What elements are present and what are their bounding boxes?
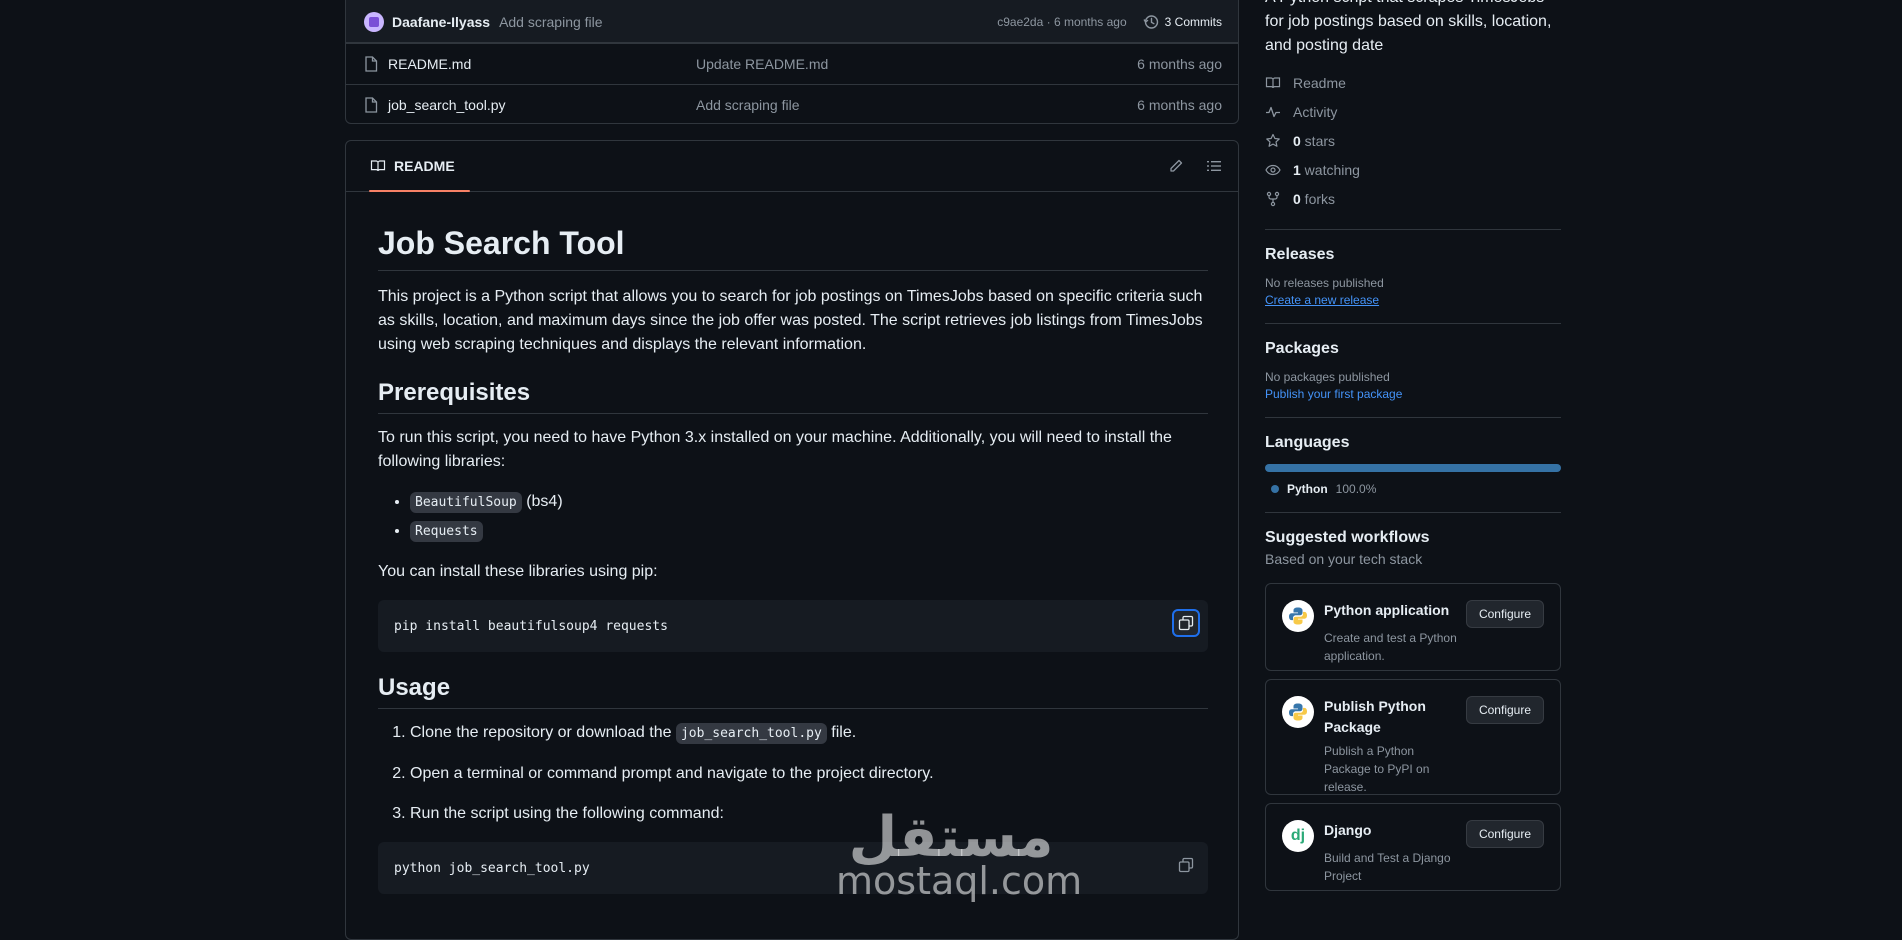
file-list: Daafane-Ilyass Add scraping file c9ae2da…	[345, 0, 1239, 124]
heading-prerequisites: Prerequisites	[378, 379, 1208, 414]
readme-header: README	[346, 141, 1238, 192]
packages-empty-text: No packages published	[1265, 370, 1390, 384]
stars-link[interactable]: 0 stars	[1265, 126, 1561, 155]
avatar[interactable]	[364, 11, 384, 32]
packages-title[interactable]: Packages	[1265, 340, 1561, 358]
packages-section: Packages No packages published Publish y…	[1265, 323, 1561, 401]
library-list: BeautifulSoup (bs4) Requests	[378, 490, 1208, 544]
language-item[interactable]: Python 100.0%	[1265, 482, 1561, 496]
history-icon	[1143, 14, 1158, 29]
workflow-description: Create and test a Python application.	[1324, 631, 1457, 663]
workflows-title: Suggested workflows	[1265, 529, 1430, 546]
file-name-link[interactable]: job_search_tool.py	[388, 97, 506, 113]
file-commit-message[interactable]: Add scraping file	[696, 97, 1137, 113]
file-name-link[interactable]: README.md	[388, 56, 471, 72]
intro-paragraph: This project is a Python script that all…	[378, 288, 1203, 353]
tab-readme[interactable]: README	[362, 141, 470, 192]
about-description: A Python script that scrapes TimesJobs f…	[1265, 0, 1552, 54]
readme-panel: README Job Search Tool This project is a…	[345, 140, 1239, 940]
code-text[interactable]: python job_search_tool.py	[394, 861, 590, 876]
readme-content: Job Search Tool This project is a Python…	[378, 201, 1208, 910]
language-color-dot	[1271, 485, 1279, 493]
commit-meta[interactable]: c9ae2da · 6 months ago	[997, 15, 1126, 29]
readme-tab-label: README	[394, 158, 455, 174]
language-percent: 100.0%	[1335, 482, 1377, 496]
usage-steps: Clone the repository or download the job…	[378, 721, 1208, 826]
releases-section: Releases No releases published Create a …	[1265, 229, 1561, 307]
copy-icon	[1178, 615, 1194, 631]
inline-code: BeautifulSoup	[410, 492, 522, 513]
copy-button[interactable]	[1172, 609, 1200, 637]
readme-title: Job Search Tool	[378, 225, 1208, 271]
star-icon	[1266, 133, 1280, 147]
inline-code: job_search_tool.py	[675, 723, 827, 744]
list-item: Requests	[410, 519, 1208, 544]
python-logo-icon	[1282, 600, 1314, 632]
publish-package-link[interactable]: Publish your first package	[1265, 387, 1402, 401]
releases-empty-text: No releases published	[1265, 276, 1384, 290]
file-date: 6 months ago	[1137, 97, 1222, 113]
list-item: Open a terminal or command prompt and na…	[410, 762, 1208, 786]
workflows-section: Suggested workflows Based on your tech s…	[1265, 512, 1561, 891]
prereq-paragraph: To run this script, you need to have Pyt…	[378, 429, 1172, 470]
heading-usage: Usage	[378, 674, 1208, 709]
workflow-description: Build and Test a Django Project	[1324, 851, 1451, 883]
file-date: 6 months ago	[1137, 56, 1222, 72]
code-block-run: python job_search_tool.py	[378, 842, 1208, 894]
workflow-description: Publish a Python Package to PyPI on rele…	[1324, 744, 1430, 794]
create-release-link[interactable]: Create a new release	[1265, 293, 1379, 307]
latest-commit-bar: Daafane-Ilyass Add scraping file c9ae2da…	[346, 0, 1238, 43]
install-paragraph: You can install these libraries using pi…	[378, 563, 658, 580]
copy-icon	[1178, 857, 1194, 873]
workflow-title: Publish Python Package	[1324, 698, 1426, 735]
commit-message[interactable]: Add scraping file	[499, 14, 997, 30]
configure-button[interactable]: Configure	[1465, 696, 1544, 724]
list-item: Run the script using the following comma…	[410, 802, 1208, 826]
workflow-card: dj Django Build and Test a Django Projec…	[1265, 803, 1561, 891]
book-icon	[370, 160, 386, 172]
code-block-install: pip install beautifulsoup4 requests	[378, 600, 1208, 652]
workflow-title: Python application	[1324, 602, 1450, 618]
workflows-subtitle: Based on your tech stack	[1265, 551, 1423, 567]
outline-list-icon[interactable]	[1206, 158, 1222, 174]
copy-button[interactable]	[1172, 851, 1200, 879]
languages-title: Languages	[1265, 434, 1350, 451]
watchers-link[interactable]: 1 watching	[1265, 155, 1561, 184]
configure-button[interactable]: Configure	[1465, 600, 1544, 628]
language-name: Python	[1287, 482, 1328, 496]
readme-link[interactable]: Readme	[1265, 68, 1561, 97]
code-text[interactable]: pip install beautifulsoup4 requests	[394, 619, 668, 634]
file-icon	[365, 56, 378, 72]
eye-icon	[1265, 164, 1281, 175]
inline-code: Requests	[410, 521, 483, 542]
repo-meta-list: Readme Activity 0 stars 1 watching 0 for…	[1265, 68, 1561, 213]
forks-link[interactable]: 0 forks	[1265, 184, 1561, 213]
commits-link[interactable]: 3 Commits	[1143, 14, 1222, 30]
pencil-icon[interactable]	[1168, 158, 1184, 174]
python-logo-icon	[1282, 696, 1314, 728]
releases-title[interactable]: Releases	[1265, 246, 1561, 264]
file-row[interactable]: README.md Update README.md 6 months ago	[346, 43, 1238, 84]
activity-link[interactable]: Activity	[1265, 97, 1561, 126]
workflow-title: Django	[1324, 822, 1372, 838]
fork-icon	[1266, 191, 1280, 206]
file-icon	[365, 97, 378, 113]
configure-button[interactable]: Configure	[1465, 820, 1544, 848]
pulse-icon	[1266, 106, 1280, 117]
languages-section: Languages Python 100.0%	[1265, 417, 1561, 496]
workflow-card: Python application Create and test a Pyt…	[1265, 583, 1561, 671]
django-logo-icon: dj	[1282, 820, 1314, 852]
file-row[interactable]: job_search_tool.py Add scraping file 6 m…	[346, 84, 1238, 123]
repo-sidebar: A Python script that scrapes TimesJobs f…	[1265, 0, 1561, 899]
commits-count: 3 Commits	[1164, 14, 1222, 29]
language-bar	[1265, 464, 1561, 472]
file-commit-message[interactable]: Update README.md	[696, 56, 1137, 72]
book-icon	[1265, 76, 1281, 88]
commit-author-link[interactable]: Daafane-Ilyass	[392, 14, 490, 30]
list-item: BeautifulSoup (bs4)	[410, 490, 1208, 515]
workflow-card: Publish Python Package Publish a Python …	[1265, 679, 1561, 795]
list-item: Clone the repository or download the job…	[410, 721, 1208, 746]
